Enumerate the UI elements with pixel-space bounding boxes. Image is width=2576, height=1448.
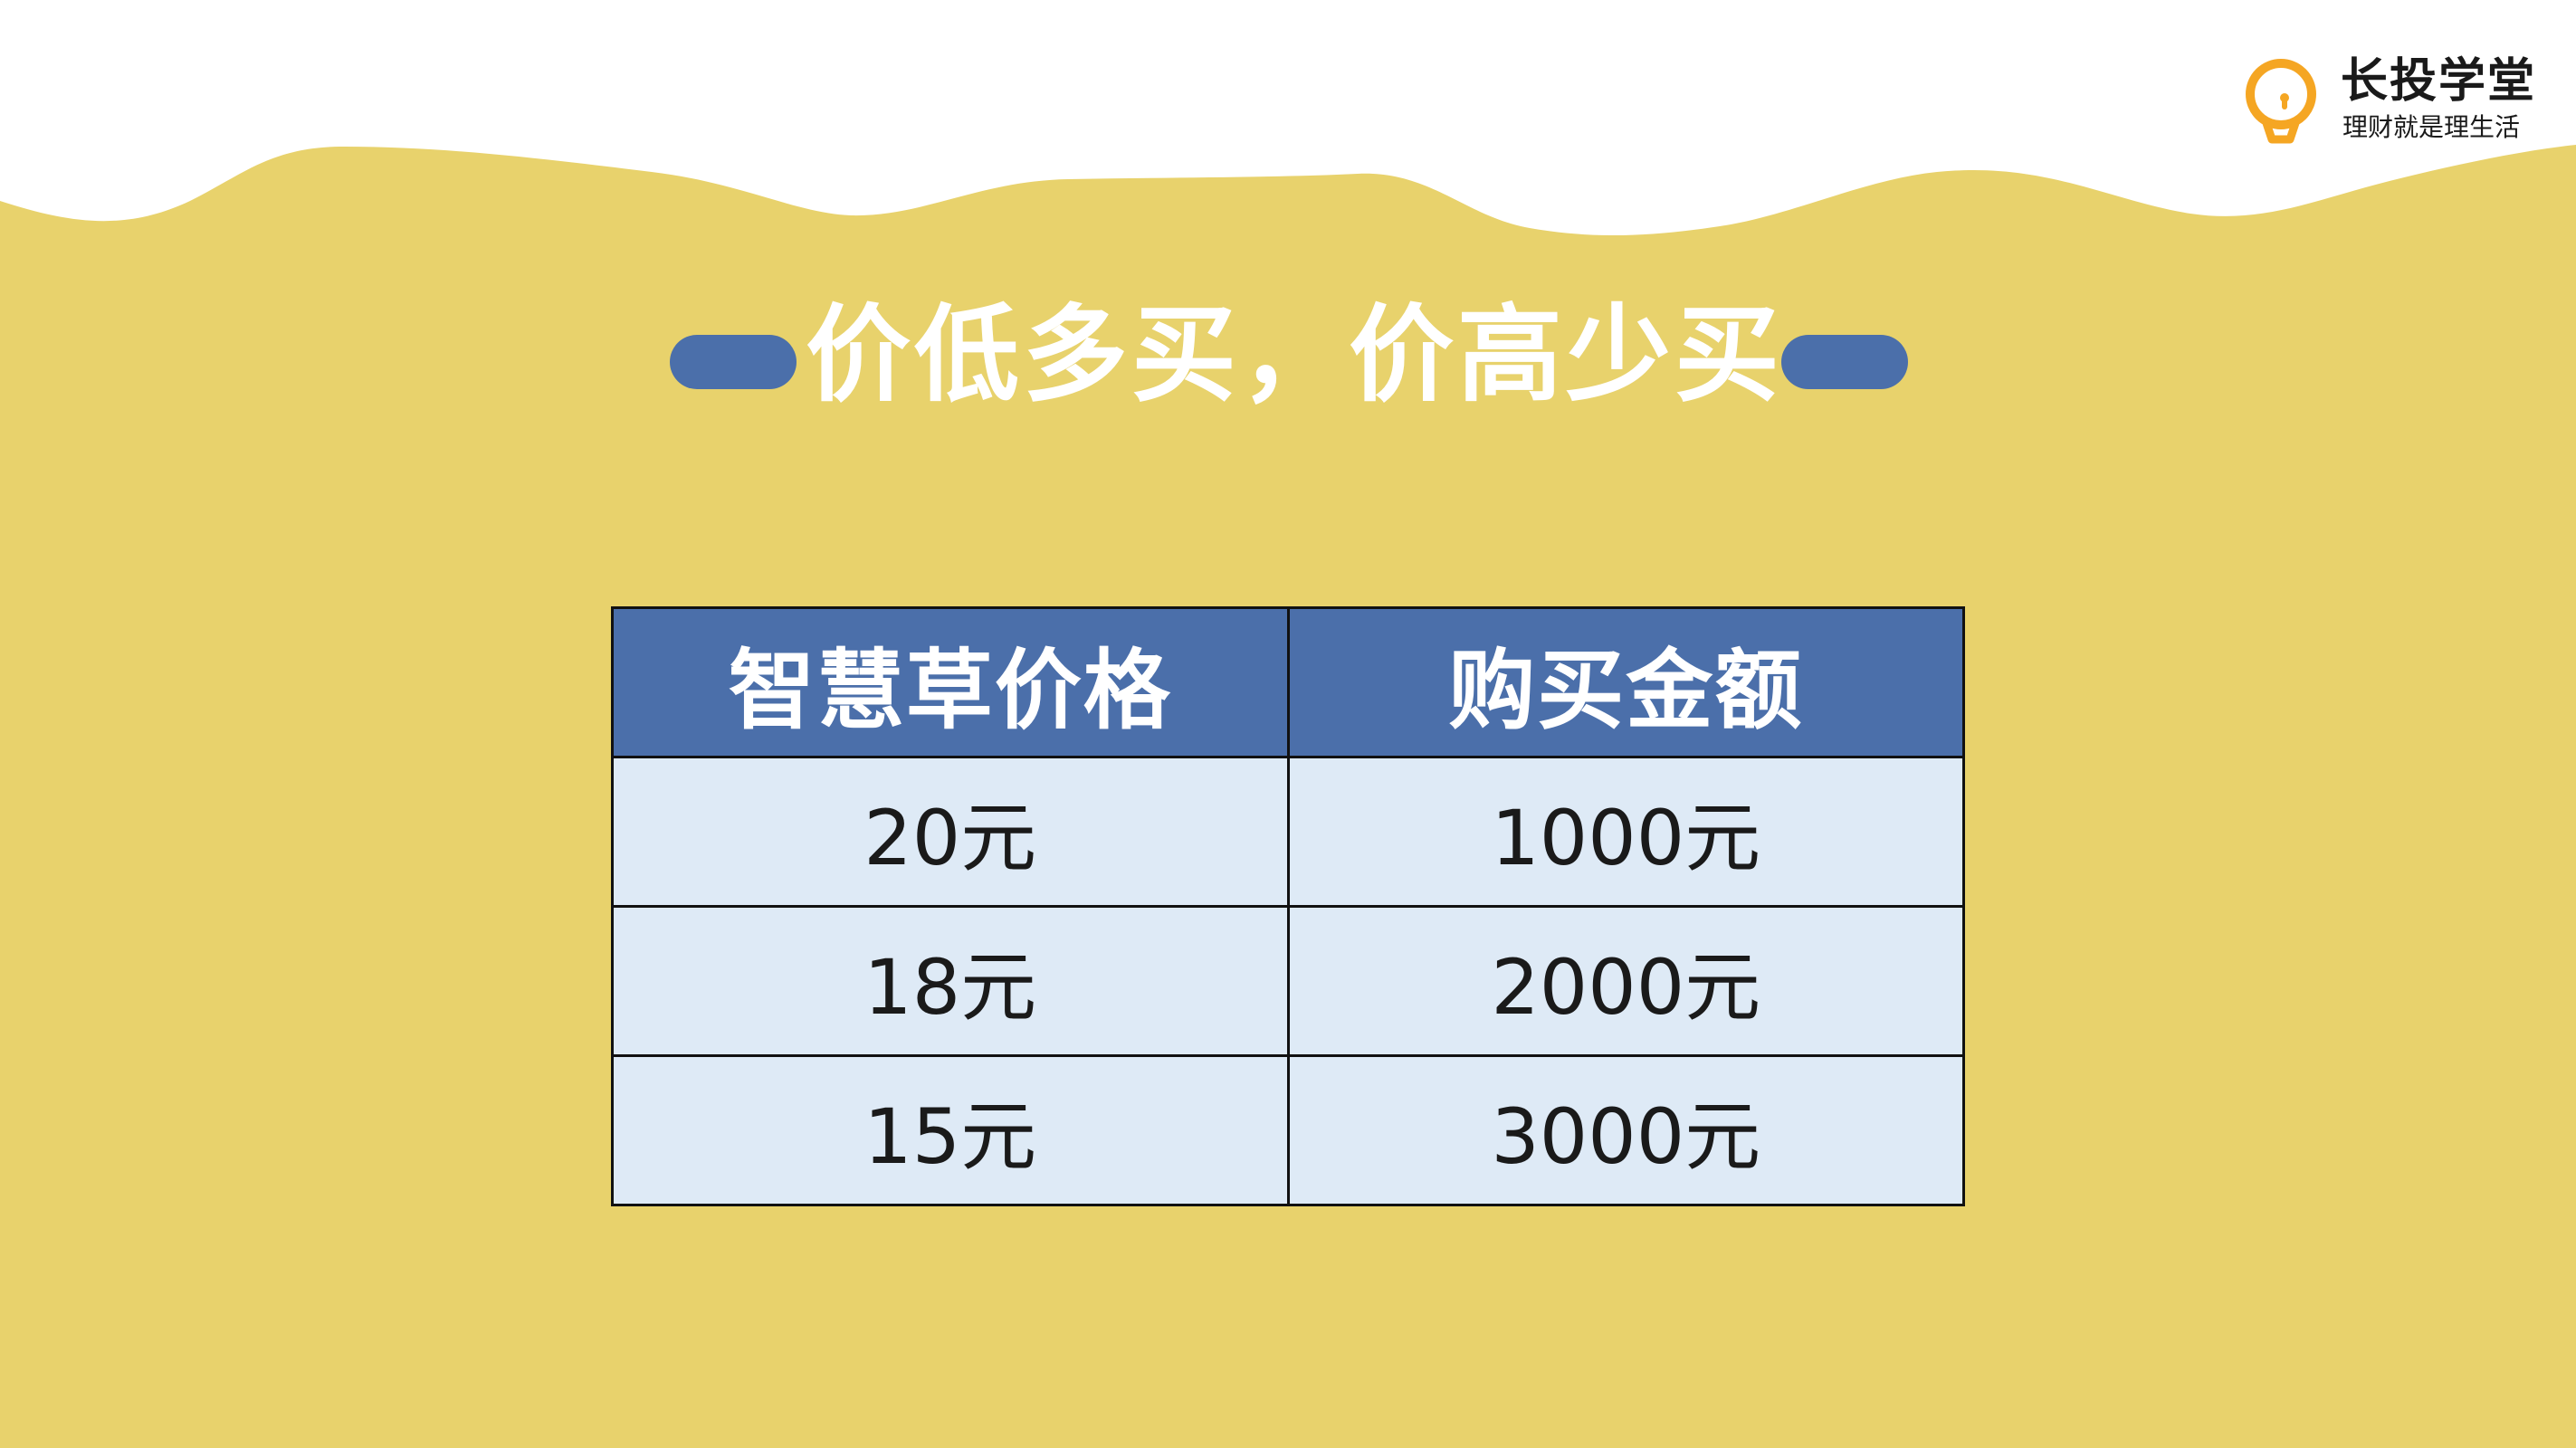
title-decoration-right bbox=[1781, 335, 1908, 389]
price-table: 智慧草价格 购买金额 20元 1000元 18元 2000元 15元 3000元 bbox=[611, 606, 1965, 1206]
cell-price: 15元 bbox=[611, 1054, 1290, 1206]
table-row: 15元 3000元 bbox=[611, 1054, 1965, 1206]
cell-amount: 3000元 bbox=[1286, 1054, 1965, 1206]
table-row: 18元 2000元 bbox=[611, 905, 1965, 1057]
slide: 长投学堂 理财就是理生活 价低多买，价高少买 智慧草价格 购买金额 20元 10… bbox=[0, 0, 2576, 1448]
title-decoration-left bbox=[670, 335, 797, 389]
header-price: 智慧草价格 bbox=[611, 606, 1290, 758]
cell-amount: 1000元 bbox=[1286, 756, 1965, 908]
table-header-row: 智慧草价格 购买金额 bbox=[611, 606, 1965, 758]
cell-price: 18元 bbox=[611, 905, 1290, 1057]
brand-logo: 长投学堂 理财就是理生活 bbox=[2239, 52, 2538, 148]
lightbulb-icon bbox=[2246, 59, 2316, 144]
header-amount: 购买金额 bbox=[1286, 606, 1965, 758]
cell-price: 20元 bbox=[611, 756, 1290, 908]
brand-name: 长投学堂 bbox=[2341, 54, 2537, 109]
brand-slogan: 理财就是理生活 bbox=[2342, 112, 2521, 142]
cell-amount: 2000元 bbox=[1286, 905, 1965, 1057]
slide-title: 价低多买，价高少买 bbox=[806, 294, 1783, 416]
price-table-container: 智慧草价格 购买金额 20元 1000元 18元 2000元 15元 3000元 bbox=[611, 606, 1965, 1206]
title-row: 价低多买，价高少买 bbox=[670, 288, 1908, 424]
table-row: 20元 1000元 bbox=[611, 756, 1965, 908]
